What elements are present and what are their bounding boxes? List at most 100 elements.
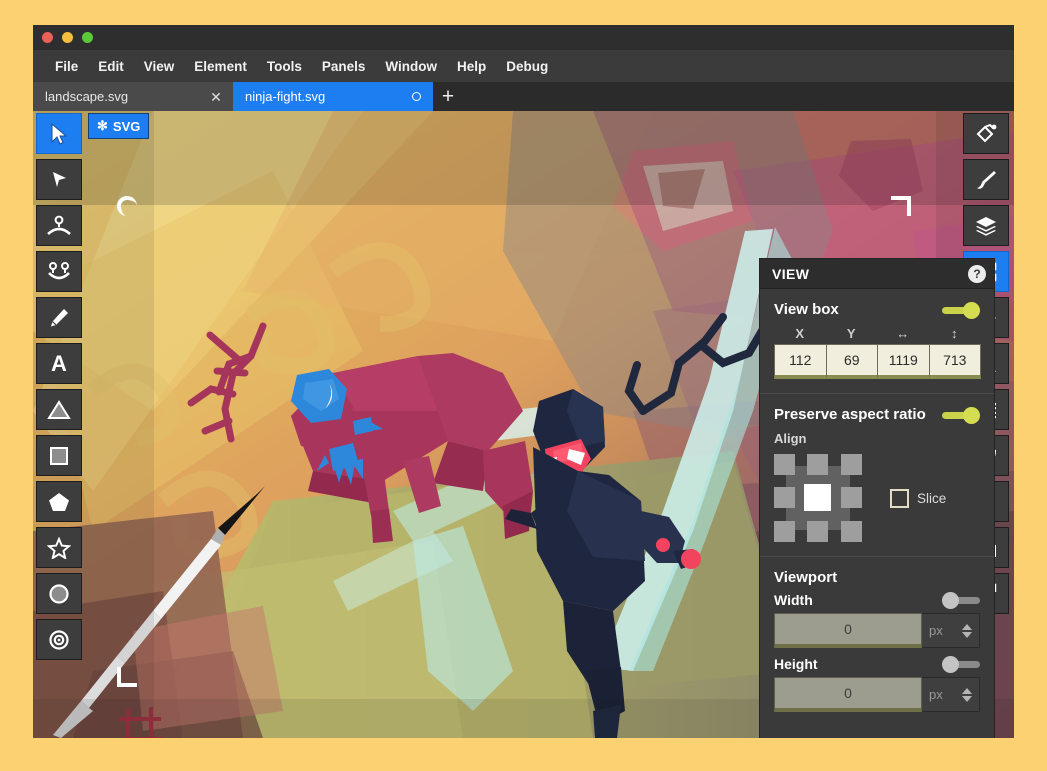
tab-landscape[interactable]: landscape.svg ✕ bbox=[33, 82, 233, 111]
help-icon[interactable]: ? bbox=[968, 265, 986, 283]
view-box-height-input[interactable]: 713 bbox=[929, 344, 982, 379]
view-box-header-x: X bbox=[774, 326, 826, 341]
asterisk-icon: ✻ bbox=[97, 118, 108, 134]
menu-help[interactable]: Help bbox=[447, 56, 496, 77]
view-box-section: View box X Y ↔ ↕ 112 69 1119 713 bbox=[760, 289, 994, 393]
viewport-height-stepper[interactable] bbox=[962, 688, 972, 702]
viewport-width-label: Width bbox=[774, 592, 813, 608]
align-grid bbox=[774, 454, 862, 542]
view-box-header-width: ↔ bbox=[877, 326, 929, 341]
tab-label: landscape.svg bbox=[45, 89, 208, 104]
unsaved-indicator-icon[interactable] bbox=[408, 89, 424, 105]
tab-label: ninja-fight.svg bbox=[245, 89, 408, 104]
preserve-aspect-ratio-row-title: Preserve aspect ratio bbox=[774, 406, 980, 423]
pencil-tool[interactable] bbox=[36, 297, 82, 338]
tab-bar: landscape.svg ✕ ninja-fight.svg + bbox=[33, 82, 1014, 111]
align-cell-middle-right[interactable] bbox=[841, 487, 862, 508]
triangle-tool[interactable] bbox=[36, 389, 82, 430]
viewport-width-input-row: 0 px bbox=[774, 613, 980, 648]
stepper-down-icon bbox=[962, 632, 972, 638]
viewport-height-unit[interactable]: px bbox=[922, 677, 980, 712]
close-window-button[interactable] bbox=[42, 32, 53, 43]
circle-tool[interactable] bbox=[36, 573, 82, 614]
align-cell-bottom-right[interactable] bbox=[841, 521, 862, 542]
slice-option[interactable]: Slice bbox=[890, 489, 946, 508]
viewport-title: Viewport bbox=[774, 569, 980, 586]
text-tool[interactable]: A bbox=[36, 343, 82, 384]
viewport-height-toggle[interactable] bbox=[942, 656, 980, 672]
viewport-height-input[interactable]: 0 bbox=[774, 677, 922, 712]
slice-label: Slice bbox=[917, 491, 946, 506]
align-cell-bottom-left[interactable] bbox=[774, 521, 795, 542]
align-cell-bottom-center[interactable] bbox=[807, 521, 828, 542]
star-tool[interactable] bbox=[36, 527, 82, 568]
title-bar bbox=[33, 25, 1014, 50]
viewport-section: Viewport Width 0 px Height bbox=[760, 557, 994, 734]
brush-panel-icon[interactable] bbox=[963, 159, 1009, 200]
maximize-window-button[interactable] bbox=[82, 32, 93, 43]
selection-handle-top-left[interactable] bbox=[117, 196, 137, 216]
viewport-width-unit-label: px bbox=[929, 623, 943, 638]
viewport-width-toggle[interactable] bbox=[942, 592, 980, 608]
viewport-width-input[interactable]: 0 bbox=[774, 613, 922, 648]
rectangle-tool[interactable] bbox=[36, 435, 82, 476]
slice-checkbox[interactable] bbox=[890, 489, 909, 508]
view-box-width-input[interactable]: 1119 bbox=[877, 344, 930, 379]
viewport-height-unit-label: px bbox=[929, 687, 943, 702]
align-cell-middle-left[interactable] bbox=[774, 487, 795, 508]
new-tab-button[interactable]: + bbox=[433, 82, 463, 111]
align-cell-top-right[interactable] bbox=[841, 454, 862, 475]
viewport-height-label: Height bbox=[774, 656, 818, 672]
preserve-aspect-ratio-section: Preserve aspect ratio Align bbox=[760, 394, 994, 556]
stepper-up-icon bbox=[962, 688, 972, 694]
viewport-height-row-label: Height bbox=[774, 656, 980, 672]
view-panel: VIEW ? View box X Y ↔ ↕ 112 69 1119 713 bbox=[759, 258, 995, 738]
layers-panel-icon[interactable] bbox=[963, 205, 1009, 246]
menu-view[interactable]: View bbox=[134, 56, 185, 77]
menu-panels[interactable]: Panels bbox=[312, 56, 376, 77]
menu-window[interactable]: Window bbox=[375, 56, 447, 77]
minimize-window-button[interactable] bbox=[62, 32, 73, 43]
left-toolbar: A bbox=[36, 113, 84, 660]
node-select-tool[interactable] bbox=[36, 159, 82, 200]
menu-debug[interactable]: Debug bbox=[496, 56, 558, 77]
pen-curve-tool[interactable] bbox=[36, 205, 82, 246]
window-controls bbox=[42, 32, 93, 43]
viewport-width-stepper[interactable] bbox=[962, 624, 972, 638]
svg-badge-label: SVG bbox=[113, 119, 140, 134]
stepper-up-icon bbox=[962, 624, 972, 630]
svg-format-badge[interactable]: ✻ SVG bbox=[88, 113, 149, 139]
menu-bar: File Edit View Element Tools Panels Wind… bbox=[33, 50, 1014, 82]
selection-handle-bottom-left[interactable] bbox=[117, 667, 137, 687]
menu-element[interactable]: Element bbox=[184, 56, 257, 77]
pentagon-tool[interactable] bbox=[36, 481, 82, 522]
view-box-headers: X Y ↔ ↕ bbox=[774, 326, 980, 341]
ellipse-ring-tool[interactable] bbox=[36, 619, 82, 660]
panel-title: VIEW bbox=[772, 266, 968, 282]
viewport-width-unit[interactable]: px bbox=[922, 613, 980, 648]
view-panel-header: VIEW ? bbox=[760, 259, 994, 289]
preserve-aspect-ratio-toggle[interactable] bbox=[942, 407, 980, 423]
align-cell-top-center[interactable] bbox=[807, 454, 828, 475]
close-icon[interactable]: ✕ bbox=[208, 89, 224, 105]
selection-handle-top-right[interactable] bbox=[891, 196, 911, 216]
view-box-x-input[interactable]: 112 bbox=[774, 344, 827, 379]
select-tool[interactable] bbox=[36, 113, 82, 154]
menu-tools[interactable]: Tools bbox=[257, 56, 312, 77]
fill-bucket-panel-icon[interactable] bbox=[963, 113, 1009, 154]
view-box-row-title: View box bbox=[774, 301, 980, 318]
view-box-fields: 112 69 1119 713 bbox=[774, 344, 980, 379]
view-box-header-y: Y bbox=[826, 326, 878, 341]
menu-edit[interactable]: Edit bbox=[88, 56, 134, 77]
tab-ninja-fight[interactable]: ninja-fight.svg bbox=[233, 82, 433, 111]
bezier-tool[interactable] bbox=[36, 251, 82, 292]
stepper-down-icon bbox=[962, 696, 972, 702]
application-window: File Edit View Element Tools Panels Wind… bbox=[33, 25, 1014, 738]
align-label: Align bbox=[774, 431, 980, 446]
viewport-width-row-label: Width bbox=[774, 592, 980, 608]
view-box-toggle[interactable] bbox=[942, 302, 980, 318]
align-cell-center[interactable] bbox=[804, 484, 831, 511]
align-cell-top-left[interactable] bbox=[774, 454, 795, 475]
view-box-y-input[interactable]: 69 bbox=[826, 344, 879, 379]
menu-file[interactable]: File bbox=[45, 56, 88, 77]
